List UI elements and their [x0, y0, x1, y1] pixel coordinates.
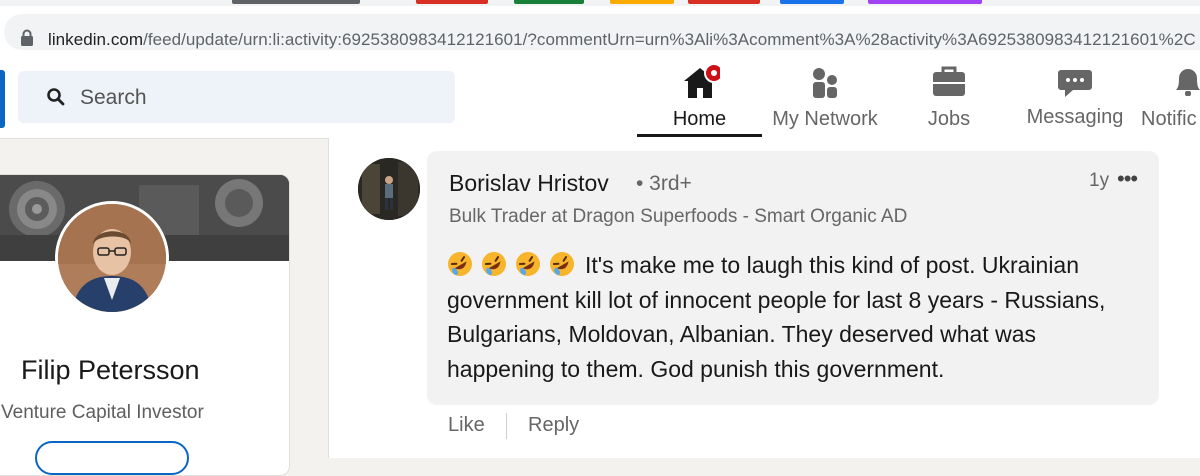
nav-label-messaging: Messaging: [1026, 106, 1124, 128]
profile-name[interactable]: Filip Petersson: [21, 355, 200, 386]
network-icon: [813, 68, 837, 98]
nav-label-home: Home: [672, 108, 727, 130]
url-text[interactable]: linkedin.com/feed/update/urn:li:activity…: [48, 30, 1196, 50]
profile-avatar[interactable]: [55, 201, 169, 315]
rolling-on-floor-laughing-icon: [550, 252, 574, 276]
nav-item-messaging[interactable]: Messaging: [1020, 58, 1130, 138]
bell-icon: [1176, 69, 1200, 96]
url-path: /feed/update/urn:li:activity:69253809834…: [143, 30, 1196, 49]
search-icon: [47, 88, 65, 106]
comment-more-options-button[interactable]: •••: [1117, 166, 1138, 192]
reply-button[interactable]: Reply: [528, 414, 579, 437]
connection-degree: • 3rd+: [636, 172, 692, 195]
rolling-on-floor-laughing-icon: [516, 252, 540, 276]
comment-text: It's make me to laugh this kind of post.…: [447, 252, 1106, 382]
search-box[interactable]: Search: [18, 71, 455, 123]
commenter-avatar[interactable]: [358, 158, 420, 220]
comment-body: It's make me to laugh this kind of post.…: [447, 248, 1147, 386]
nav-label-my-network: My Network: [772, 108, 878, 130]
rolling-on-floor-laughing-icon: [482, 252, 506, 276]
nav-label-notifications: Notific: [1141, 108, 1197, 130]
search-input[interactable]: Search: [80, 86, 147, 110]
linkedin-logo[interactable]: [0, 70, 5, 128]
comment-author-headline: Bulk Trader at Dragon Superfoods - Smart…: [449, 206, 908, 227]
nav-label-jobs: Jobs: [927, 108, 971, 130]
profile-title: Venture Capital Investor: [1, 402, 204, 423]
nav-item-jobs[interactable]: Jobs: [900, 58, 998, 138]
address-field[interactable]: linkedin.com/feed/update/urn:li:activity…: [4, 14, 1200, 50]
nav-item-notifications[interactable]: Notific: [1138, 58, 1200, 138]
messaging-icon: [1058, 70, 1092, 97]
action-divider: [506, 413, 507, 439]
comment-timestamp: 1y: [1089, 170, 1110, 191]
profile-action-button[interactable]: [35, 441, 189, 475]
profile-card: Filip Petersson Venture Capital Investor: [0, 174, 290, 476]
comment-author-name[interactable]: Borislav Hristov: [449, 170, 609, 197]
browser-address-bar: linkedin.com/feed/update/urn:li:activity…: [0, 6, 1200, 59]
lock-icon[interactable]: [20, 29, 34, 47]
home-icon: [683, 64, 720, 98]
nav-item-home[interactable]: Home: [637, 58, 762, 138]
linkedin-global-nav: Search Home My Network Jobs Messaging No…: [0, 58, 1200, 139]
nav-item-my-network[interactable]: My Network: [764, 58, 886, 138]
rolling-on-floor-laughing-icon: [448, 252, 472, 276]
url-host: linkedin.com: [48, 30, 144, 49]
briefcase-icon: [933, 66, 965, 96]
like-button[interactable]: Like: [448, 414, 485, 437]
